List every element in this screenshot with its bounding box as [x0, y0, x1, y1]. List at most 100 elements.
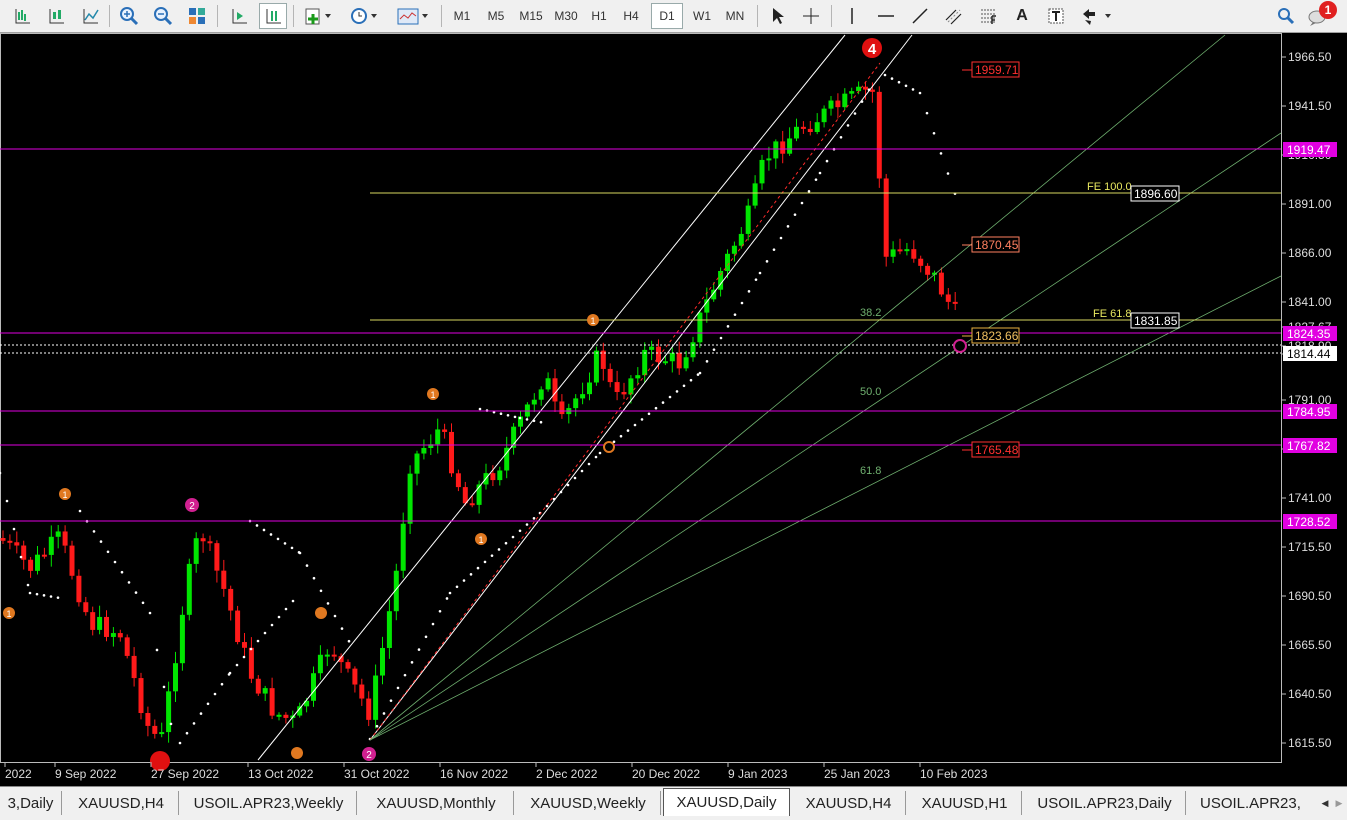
candle-body [7, 540, 13, 543]
tab-chart-8[interactable]: USOIL.APR23,Daily [1024, 791, 1186, 815]
equidistant-channel-icon[interactable] [940, 3, 968, 29]
zoom-out-icon[interactable] [149, 3, 177, 29]
timeframe-h1[interactable]: H1 [586, 3, 612, 29]
gann-line-1[interactable] [369, 34, 1226, 741]
price-tick-label: 1715.50 [1288, 540, 1332, 554]
timeframe-m5[interactable]: M5 [482, 3, 510, 29]
templates-icon[interactable] [393, 3, 433, 29]
sar-dot [499, 412, 503, 416]
tab-chart-1[interactable]: XAUUSD,H4 [64, 791, 179, 815]
sar-dot [719, 336, 723, 340]
time-tick-label: 25 Jan 2023 [824, 767, 890, 781]
sar-dot [647, 412, 651, 416]
tile-windows-icon[interactable] [183, 3, 211, 29]
vertical-line-icon[interactable] [838, 3, 866, 29]
candle-body [676, 352, 682, 369]
candle-body [752, 183, 758, 206]
candle-body [683, 357, 689, 369]
main-toolbar: M1 M5 M15 M30 H1 H4 D1 W1 MN A 1 [0, 0, 1347, 33]
tab-chart-9[interactable]: USOIL.APR23, [1188, 791, 1316, 815]
scroll-left-icon[interactable]: ◀ [1318, 793, 1332, 813]
channel-line-upper[interactable] [257, 34, 846, 761]
sar-dot [417, 648, 421, 651]
tab-chart-0[interactable]: 3,Daily [0, 791, 62, 815]
wave-label-2d [953, 339, 967, 353]
candle-body [573, 398, 579, 409]
candle-body [918, 258, 924, 266]
tab-chart-5[interactable]: XAUUSD,Daily [663, 788, 790, 816]
svg-text:2: 2 [366, 750, 372, 761]
price-tick-label: 1966.50 [1288, 50, 1332, 64]
timeframe-h4[interactable]: H4 [618, 3, 644, 29]
gann-line-2[interactable] [369, 132, 1282, 741]
sar-dot [705, 360, 709, 363]
wave-trend-dashed[interactable] [369, 62, 881, 741]
tab-chart-7[interactable]: XAUUSD,H1 [908, 791, 1022, 815]
line-chart-icon[interactable] [76, 3, 104, 29]
fibonacci-icon[interactable] [974, 3, 1002, 29]
candle-body [800, 126, 806, 129]
sar-dot [49, 595, 53, 598]
sar-dot [626, 429, 630, 432]
search-icon[interactable] [1272, 3, 1300, 29]
candle-body [876, 91, 882, 179]
tab-chart-4[interactable]: XAUUSD,Weekly [516, 791, 661, 815]
tab-chart-3[interactable]: XAUUSD,Monthly [359, 791, 514, 815]
sar-dot [504, 541, 508, 545]
crosshair-icon[interactable] [797, 3, 825, 29]
text-icon[interactable]: A [1008, 3, 1036, 29]
channel-line-lower[interactable] [369, 34, 913, 741]
bar-chart-icon[interactable] [8, 3, 36, 29]
sar-dot [932, 131, 936, 135]
sar-dot [28, 591, 32, 595]
horizontal-line-icon[interactable] [872, 3, 900, 29]
autoscroll-icon[interactable] [225, 3, 253, 29]
sar-dot [396, 686, 400, 690]
sar-dot [382, 712, 386, 715]
fe-100-price: 1896.60 [1134, 187, 1178, 201]
sar-dot [939, 152, 943, 155]
candle-body [524, 404, 530, 417]
sar-dot [846, 124, 850, 127]
candle-body [856, 86, 862, 92]
new-indicator-icon[interactable] [300, 3, 336, 29]
sar-dot [298, 551, 302, 555]
timeframe-mn[interactable]: MN [720, 3, 750, 29]
sar-dot [185, 731, 189, 735]
candle-body [807, 128, 813, 132]
timeframe-w1[interactable]: W1 [688, 3, 716, 29]
plot-border [0, 33, 1282, 763]
time-tick-label: 2022 [5, 767, 32, 781]
timeframe-m1[interactable]: M1 [448, 3, 476, 29]
wave-label-2c: 2 [362, 747, 376, 761]
chart-shift-icon[interactable] [259, 3, 287, 29]
zoom-in-icon[interactable] [115, 3, 143, 29]
trendline-icon[interactable] [906, 3, 934, 29]
cursor-icon[interactable] [763, 3, 791, 29]
sar-dot [269, 533, 273, 536]
text-label-icon[interactable] [1042, 3, 1070, 29]
timeframe-m30[interactable]: M30 [550, 3, 582, 29]
wave-label-1a: 1 [587, 314, 599, 326]
wave-label-1d: 1 [59, 488, 71, 500]
scroll-right-icon[interactable]: ▶ [1332, 793, 1346, 813]
timeframe-m15[interactable]: M15 [515, 3, 547, 29]
arrows-icon[interactable] [1076, 3, 1116, 29]
candle-body [200, 538, 206, 542]
candlestick-icon[interactable] [42, 3, 70, 29]
sar-dot [800, 201, 804, 205]
tab-chart-2[interactable]: USOIL.APR23,Weekly [181, 791, 357, 815]
chart-canvas[interactable]: FE 100.0 FE 61.8 38.2 50.0 61.8 1896.60 … [0, 33, 1347, 786]
tab-chart-6[interactable]: XAUUSD,H4 [792, 791, 906, 815]
candle-body [276, 714, 282, 717]
price-chart[interactable]: FE 100.0 FE 61.8 38.2 50.0 61.8 1896.60 … [0, 33, 1347, 786]
chat-icon[interactable]: 1 [1305, 1, 1341, 29]
candle-body [104, 616, 109, 637]
candle-body [0, 538, 6, 541]
candle-body [324, 654, 330, 657]
candle-body [55, 531, 61, 537]
sar-dot [640, 418, 644, 421]
timeframe-d1[interactable]: D1 [651, 3, 683, 29]
clock-icon[interactable] [346, 3, 382, 29]
gann-line-3[interactable] [369, 275, 1282, 741]
